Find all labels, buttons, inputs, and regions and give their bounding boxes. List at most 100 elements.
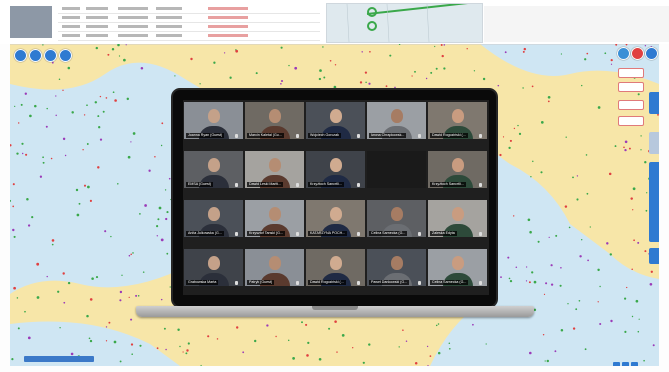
vessel-marker[interactable] [650, 270, 653, 273]
vessel-marker[interactable] [102, 110, 105, 113]
vessel-marker[interactable] [51, 243, 54, 246]
vessel-marker[interactable] [139, 213, 141, 215]
vessel-marker[interactable] [499, 153, 502, 157]
vessel-marker[interactable] [597, 301, 599, 303]
vessel-marker[interactable] [609, 253, 612, 256]
vessel-marker[interactable] [287, 339, 290, 342]
vessel-marker[interactable] [441, 54, 444, 58]
vessel-marker[interactable] [525, 280, 528, 282]
vessel-marker[interactable] [242, 351, 245, 354]
vessel-marker[interactable] [533, 280, 537, 284]
vessel-marker[interactable] [62, 272, 65, 275]
vessel-marker[interactable] [497, 84, 500, 87]
vessel-marker[interactable] [429, 355, 432, 357]
vessel-marker[interactable] [280, 82, 282, 85]
vessel-marker[interactable] [414, 362, 418, 365]
vessel-marker[interactable] [437, 351, 441, 355]
vessel-marker[interactable] [435, 67, 438, 70]
vessel-marker[interactable] [517, 124, 519, 127]
vessel-marker[interactable] [301, 321, 303, 324]
vessel-marker[interactable] [649, 282, 653, 286]
vessel-marker[interactable] [236, 326, 239, 329]
vessel-marker[interactable] [405, 340, 408, 342]
vessel-marker[interactable] [507, 256, 510, 259]
vessel-marker[interactable] [13, 286, 16, 290]
vessel-marker[interactable] [437, 323, 440, 325]
vessel-marker[interactable] [637, 241, 640, 244]
vessel-marker[interactable] [522, 87, 524, 89]
vessel-marker[interactable] [148, 169, 151, 172]
participant-tile[interactable]: Grabowska Marta [184, 249, 243, 286]
vessel-marker[interactable] [624, 330, 627, 333]
vessel-marker[interactable] [624, 148, 627, 152]
vessel-marker[interactable] [630, 197, 633, 200]
vessel-marker[interactable] [64, 154, 67, 157]
vessel-marker[interactable] [229, 76, 232, 79]
vessel-marker[interactable] [117, 183, 119, 185]
vessel-marker[interactable] [559, 284, 562, 287]
vessel-marker[interactable] [482, 77, 486, 81]
vessel-marker[interactable] [91, 277, 94, 280]
vessel-marker[interactable] [599, 322, 602, 326]
vessel-marker[interactable] [98, 126, 101, 129]
vessel-marker[interactable] [55, 95, 57, 97]
participant-tile[interactable] [367, 151, 426, 188]
vessel-marker[interactable] [368, 343, 371, 346]
vessel-marker[interactable] [71, 111, 74, 114]
vessel-marker[interactable] [126, 97, 130, 101]
vessel-marker[interactable] [144, 204, 147, 207]
pin-icon[interactable] [631, 47, 644, 60]
vessel-marker[interactable] [67, 66, 71, 70]
vessel-marker[interactable] [548, 236, 550, 239]
vessel-marker[interactable] [402, 329, 404, 331]
vessel-marker[interactable] [537, 240, 540, 243]
vessel-marker[interactable] [24, 92, 27, 95]
participant-tile[interactable]: Krzysztof Tanski (G... [245, 200, 304, 237]
vessel-marker[interactable] [554, 350, 557, 353]
vessel-marker[interactable] [45, 125, 48, 128]
vessel-marker[interactable] [63, 301, 66, 304]
side-tab[interactable] [649, 248, 659, 264]
vessel-marker[interactable] [427, 365, 429, 366]
vessel-marker[interactable] [525, 266, 528, 268]
zoom-in-icon[interactable] [14, 49, 27, 62]
vessel-marker[interactable] [166, 252, 169, 255]
vessel-marker[interactable] [88, 337, 91, 340]
vessel-marker[interactable] [572, 176, 574, 179]
vessel-marker[interactable] [130, 141, 132, 143]
vessel-marker[interactable] [42, 44, 44, 46]
vessel-marker[interactable] [305, 323, 308, 326]
vessel-marker[interactable] [95, 276, 99, 279]
vessel-marker[interactable] [624, 140, 628, 144]
vessel-marker[interactable] [39, 175, 43, 178]
vessel-marker[interactable] [111, 47, 115, 51]
participant-tile[interactable]: Dawid Leski Mariti... [245, 151, 304, 188]
vessel-marker[interactable] [59, 327, 61, 329]
participant-tile[interactable]: Patryk (Guest) [245, 249, 304, 286]
participant-tile[interactable]: Marcin Kaletal (Gu... [245, 102, 304, 139]
vessel-marker[interactable] [334, 64, 337, 66]
vessel-marker[interactable] [83, 184, 87, 187]
vessel-marker[interactable] [585, 154, 588, 156]
vessel-marker[interactable] [631, 268, 633, 271]
vessel-marker[interactable] [57, 290, 60, 293]
vessel-marker[interactable] [292, 357, 295, 360]
vessel-marker[interactable] [112, 91, 115, 94]
vessel-marker[interactable] [89, 199, 92, 202]
vessel-marker[interactable] [119, 290, 123, 294]
vessel-marker[interactable] [485, 343, 487, 345]
vessel-marker[interactable] [131, 353, 133, 355]
vessel-marker[interactable] [161, 122, 164, 125]
vessel-marker[interactable] [652, 344, 655, 347]
vessel-marker[interactable] [513, 127, 516, 130]
vessel-marker[interactable] [586, 52, 589, 55]
vessel-marker[interactable] [473, 70, 476, 72]
vessel-marker[interactable] [336, 351, 338, 353]
vessel-marker[interactable] [635, 299, 639, 303]
map-footer-buttons[interactable] [611, 356, 651, 366]
vessel-marker[interactable] [530, 176, 532, 178]
vessel-marker[interactable] [186, 349, 189, 352]
vessel-marker[interactable] [118, 55, 121, 57]
vessel-marker[interactable] [568, 226, 571, 229]
vessel-marker[interactable] [11, 358, 14, 361]
